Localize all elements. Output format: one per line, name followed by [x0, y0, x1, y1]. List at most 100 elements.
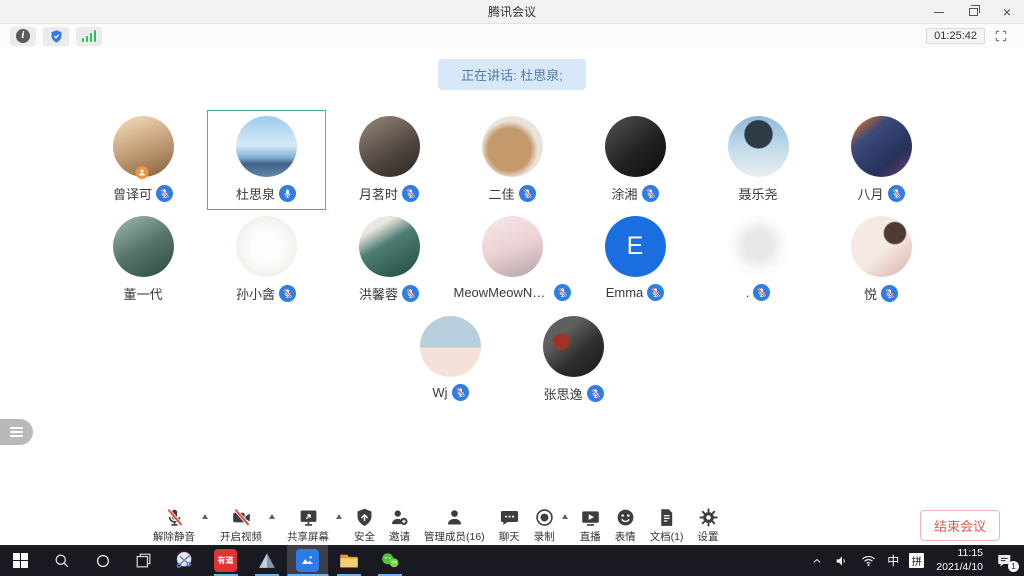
participant-tile[interactable]: 聂乐尧 — [699, 110, 818, 210]
toolbar-label: 表情 — [615, 529, 636, 544]
cortana-button[interactable] — [82, 545, 123, 576]
participant-tile[interactable]: Wj — [391, 310, 510, 410]
taskbar-clock[interactable]: 11:15 2021/4/10 — [929, 547, 990, 574]
network-button[interactable] — [855, 545, 882, 576]
expand-arrow-icon[interactable] — [269, 514, 275, 519]
mic-muted-icon — [402, 185, 419, 202]
participant-tile[interactable]: 月茗时 — [330, 110, 449, 210]
wechat-icon — [379, 550, 401, 572]
tencent-meeting-window: 腾讯会议 × i 01:25:42 正在讲话: 杜思泉; — [0, 0, 1024, 576]
notification-badge: 1 — [1008, 561, 1019, 572]
toolbar-label: 安全 — [354, 529, 375, 544]
participant-name-row: 八月 — [857, 184, 904, 203]
task-view-button[interactable] — [123, 545, 164, 576]
avatar — [851, 216, 912, 277]
taskbar-search-button[interactable] — [41, 545, 82, 576]
avatar — [605, 116, 666, 177]
close-button[interactable]: × — [990, 0, 1024, 24]
network-quality-indicator[interactable] — [76, 27, 102, 46]
toolbar-label: 共享屏幕 — [287, 529, 329, 544]
toolbar-invite-button[interactable]: 邀请 — [382, 507, 417, 544]
avatar — [728, 216, 789, 277]
start-button[interactable] — [0, 545, 41, 576]
toolbar-label: 邀请 — [389, 529, 410, 544]
participant-name: 悦 — [864, 284, 877, 303]
toolbar-manage-members-button[interactable]: 管理成员(16) — [417, 507, 492, 544]
participant-tile[interactable]: E Emma — [576, 210, 695, 310]
toolbar-settings-button[interactable]: 设置 — [691, 507, 726, 544]
search-icon — [52, 551, 72, 571]
participant-name: 张思逸 — [543, 384, 582, 403]
taskbar-app-meeting[interactable] — [287, 545, 328, 576]
member-panel-toggle[interactable] — [0, 419, 33, 445]
avatar: E — [605, 216, 666, 277]
expand-arrow-icon[interactable] — [202, 514, 208, 519]
participant-name-row: 月茗时 — [359, 184, 419, 203]
youdao-icon: 有道 — [214, 549, 237, 572]
participant-tile[interactable]: 张思逸 — [514, 310, 633, 410]
participant-tile[interactable]: MeowMeowNe... — [453, 210, 572, 310]
toolbar-live-stream-button[interactable]: 直播 — [573, 507, 608, 544]
participant-name: Emma — [606, 285, 644, 300]
tray-expand-button[interactable] — [805, 545, 829, 576]
minimize-button[interactable] — [922, 0, 956, 24]
participant-tile[interactable]: 董一代 — [84, 210, 203, 310]
avatar — [236, 216, 297, 277]
ime-language-button[interactable]: 中 — [882, 545, 904, 576]
taskbar-app-explorer[interactable] — [328, 545, 369, 576]
end-meeting-button[interactable]: 结束会议 — [920, 510, 1000, 541]
live-stream-icon — [580, 507, 601, 528]
participant-tile[interactable]: 洪馨蓉 — [330, 210, 449, 310]
participant-tile[interactable]: 悦 — [822, 210, 941, 310]
meeting-info-button[interactable]: i — [10, 27, 36, 46]
participant-tile[interactable]: 孙小酓 — [207, 210, 326, 310]
expand-arrow-icon[interactable] — [562, 514, 568, 519]
cortana-icon — [93, 551, 113, 571]
restore-button[interactable] — [956, 0, 990, 24]
ime-language-label: 中 — [887, 552, 899, 569]
mic-muted-icon — [452, 384, 469, 401]
toolbar-unmute-button[interactable]: 解除静音 — [146, 507, 213, 544]
toolbar-docs-button[interactable]: 文档(1) — [643, 507, 691, 544]
prism-icon — [256, 550, 278, 572]
toolbar-record-button[interactable]: 录制 — [527, 507, 573, 544]
mic-muted-icon — [888, 185, 905, 202]
participant-tile[interactable]: 涂湘 — [576, 110, 695, 210]
action-center-button[interactable]: 1 — [990, 545, 1024, 576]
avatar — [728, 116, 789, 177]
docs-icon — [656, 507, 677, 528]
list-icon — [10, 425, 23, 438]
toolbar-share-screen-button[interactable]: 共享屏幕 — [280, 507, 347, 544]
mic-muted-icon — [753, 284, 770, 301]
toolbar-start-video-button[interactable]: 开启视频 — [213, 507, 280, 544]
ime-mode-button[interactable]: 拼 — [904, 545, 929, 576]
participant-tile[interactable]: 二佳 — [453, 110, 572, 210]
taskbar-app-prism[interactable] — [246, 545, 287, 576]
toolbar-chat-button[interactable]: 聊天 — [492, 507, 527, 544]
toolbar-reactions-button[interactable]: 表情 — [608, 507, 643, 544]
taskbar-app-clipper[interactable] — [164, 545, 205, 576]
participant-tile[interactable]: 八月 — [822, 110, 941, 210]
participant-tile[interactable]: 曾译可 — [84, 110, 203, 210]
participant-tile[interactable]: 杜思泉 — [207, 110, 326, 210]
taskbar-app-youdao[interactable]: 有道 — [205, 545, 246, 576]
participant-name-row: 二佳 — [488, 184, 535, 203]
title-bar: 腾讯会议 × — [0, 0, 1024, 24]
expand-arrow-icon[interactable] — [336, 514, 342, 519]
participant-tile[interactable]: . — [699, 210, 818, 310]
toolbar-security-button[interactable]: 安全 — [347, 507, 382, 544]
taskbar-app-wechat[interactable] — [369, 545, 410, 576]
avatar — [482, 116, 543, 177]
volume-button[interactable] — [829, 545, 855, 576]
participant-name: 聂乐尧 — [738, 184, 777, 203]
toolbar-label: 管理成员(16) — [424, 529, 485, 544]
toolbar-group: 解除静音开启视频共享屏幕 安全邀请管理成员(16) 聊天录制直播表情文档(1)设置 — [146, 507, 726, 544]
fullscreen-icon[interactable] — [994, 29, 1008, 43]
participant-name-row: 悦 — [864, 284, 898, 303]
close-icon: × — [1003, 5, 1011, 19]
mic-active-icon — [279, 185, 296, 202]
avatar-initial: E — [605, 216, 666, 277]
wifi-icon — [860, 552, 877, 569]
participant-grid: 曾译可杜思泉月茗时 二佳 涂湘聂乐尧 八月董一代孙小酓洪馨蓉MeowMeowNe...… — [0, 110, 1024, 410]
meeting-security-status[interactable] — [43, 27, 69, 46]
